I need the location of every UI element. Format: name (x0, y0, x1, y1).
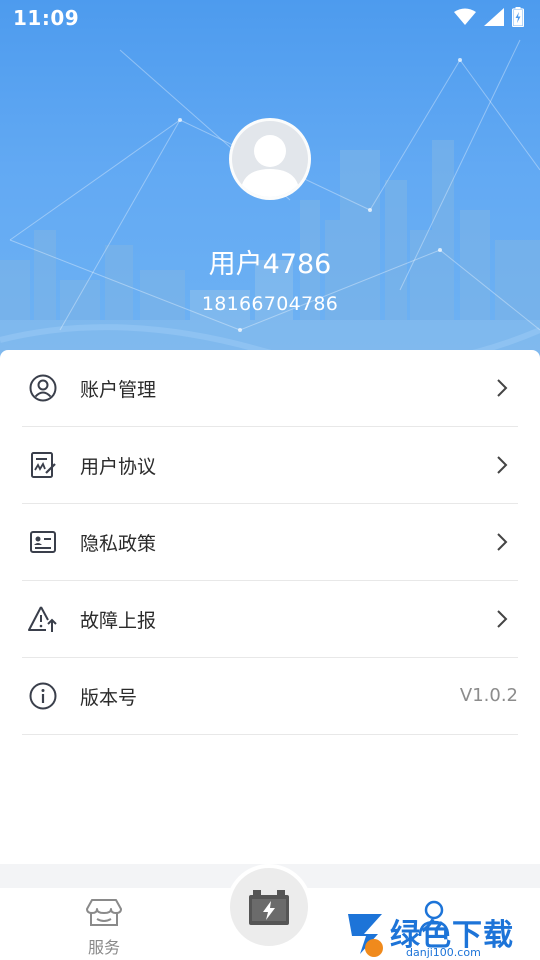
user-circle-icon (28, 373, 58, 403)
wifi-icon (454, 8, 476, 25)
watermark-logo: 绿色下载站 danji100.com (344, 906, 540, 960)
tab-service-label: 服务 (87, 938, 120, 957)
menu-item-label: 版本号 (80, 686, 138, 709)
id-card-icon (28, 527, 58, 557)
warning-upload-icon (28, 604, 58, 634)
watermark-emblem-icon (348, 914, 383, 957)
status-icons (454, 7, 524, 27)
menu-item-account-management[interactable]: 账户管理 (22, 350, 518, 427)
menu-item-user-agreement[interactable]: 用户协议 (22, 427, 518, 504)
menu-item-label: 隐私政策 (80, 532, 157, 555)
document-signature-icon (28, 450, 58, 480)
default-user-icon (240, 135, 300, 197)
profile-header: 11:09 用户4786 18166704786 (0, 0, 540, 370)
menu-item-label: 用户协议 (80, 455, 157, 478)
menu-item-version: 版本号 V1.0.2 (22, 658, 518, 735)
battery-charging-icon (512, 7, 524, 27)
menu-item-label: 账户管理 (80, 378, 157, 401)
tab-service[interactable]: 服务 (80, 898, 128, 958)
shop-icon (86, 899, 122, 926)
avatar[interactable] (229, 118, 311, 200)
chevron-right-icon (497, 610, 508, 628)
watermark-url: danji100.com (406, 946, 481, 959)
menu-item-privacy-policy[interactable]: 隐私政策 (22, 504, 518, 581)
status-bar: 11:09 (0, 0, 540, 36)
settings-menu-card: 账户管理 用户协议 隐私政策 故障上报 版本号 V1.0.2 (0, 350, 540, 864)
menu-item-label: 故障上报 (80, 609, 157, 632)
user-name: 用户4786 (208, 249, 332, 280)
car-battery-icon (249, 890, 289, 925)
battery-center-button[interactable] (226, 864, 312, 950)
cellular-signal-icon (484, 8, 504, 26)
status-time: 11:09 (13, 6, 80, 30)
chevron-right-icon (497, 379, 508, 397)
user-phone: 18166704786 (201, 293, 339, 315)
chevron-right-icon (497, 533, 508, 551)
menu-item-fault-report[interactable]: 故障上报 (22, 581, 518, 658)
chevron-right-icon (497, 456, 508, 474)
info-icon (28, 681, 58, 711)
version-value: V1.0.2 (459, 685, 518, 706)
